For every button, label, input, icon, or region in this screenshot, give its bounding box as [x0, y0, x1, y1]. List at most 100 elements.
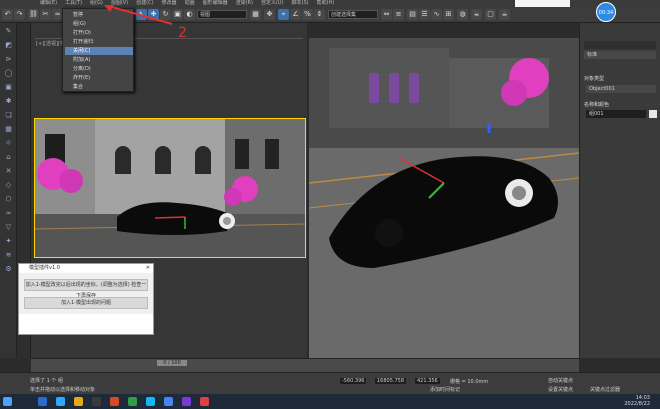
spinner-snap-icon[interactable]: ⇕ [314, 9, 325, 20]
view-mode-select[interactable]: 视图 [197, 10, 247, 19]
camera-icon[interactable]: ⌂ [3, 153, 14, 163]
menu-item[interactable]: 动画 [185, 0, 195, 7]
key-filters-button[interactable]: 关键点过滤器 [590, 386, 620, 393]
utilities-icon[interactable]: ✱ [3, 97, 14, 107]
plugin-dialog: 模型插件v1.0 ✕ 加入1-模型改完以后出现的坐标，(调整为选择) 检查一下再… [18, 263, 154, 335]
spacewarp-icon[interactable]: ≋ [3, 251, 14, 261]
link-icon[interactable]: ⛓ [28, 9, 39, 20]
helper-icon[interactable]: ✕ [3, 167, 14, 177]
render-frame-icon[interactable]: ▢ [485, 9, 496, 20]
object-name-button[interactable]: Object001 [586, 85, 656, 93]
menu-item[interactable]: 工具(T) [65, 0, 82, 7]
object-icon[interactable]: ❏ [3, 111, 14, 121]
menu-item-close[interactable]: 关闭(C) [65, 47, 133, 55]
motion-icon[interactable]: ◯ [3, 69, 14, 79]
annotation-number: 2 [178, 25, 187, 41]
snap-icon[interactable]: ⌖ [278, 9, 289, 20]
scene-explorer-icon[interactable]: ☰ [419, 9, 430, 20]
section-object-type[interactable]: 对象类型 [584, 75, 604, 82]
time-slider[interactable]: 0 / 100 [157, 360, 187, 366]
menu-item[interactable]: 脚本(S) [292, 0, 309, 7]
menu-item-detach[interactable]: 分离(D) [65, 65, 133, 73]
command-tabs[interactable] [584, 41, 656, 49]
qq-icon[interactable] [146, 397, 155, 406]
start-icon[interactable] [3, 397, 12, 406]
shape-icon[interactable]: ◇ [3, 181, 14, 191]
render-setup-icon[interactable]: ☕ [471, 9, 482, 20]
auto-key-button[interactable]: 自动关键点 [548, 377, 573, 384]
unlink-icon[interactable]: ✂ [40, 9, 51, 20]
dialog-button-1[interactable]: 加入1-模型改完以后出现的坐标，(调整为选择) 检查一下再保存 [24, 279, 148, 299]
scene-render-left [35, 119, 305, 257]
align-icon[interactable]: ≡ [393, 9, 404, 20]
named-selection-set[interactable]: 创建选择集 [328, 10, 378, 19]
menu-item[interactable]: 图形编辑器 [203, 0, 228, 7]
color-swatch[interactable] [649, 110, 657, 118]
viewport-perspective[interactable] [309, 38, 579, 358]
menu-item[interactable]: 帮助(H) [317, 0, 335, 7]
percent-snap-icon[interactable]: % [302, 9, 313, 20]
bones-icon[interactable]: ✦ [3, 237, 14, 247]
grid-size: 栅格 = 10.0mm [450, 379, 489, 385]
photoshop-icon[interactable] [56, 397, 65, 406]
filter-icon[interactable]: ▽ [3, 223, 14, 233]
timeline[interactable]: 0 / 100 [31, 358, 579, 372]
schematic-icon[interactable]: ⊞ [443, 9, 454, 20]
y-coordinate[interactable]: 16805.758 [375, 378, 407, 384]
name-field[interactable]: 组001 [586, 110, 646, 118]
material-editor-icon[interactable]: ◍ [457, 9, 468, 20]
menu-item-explode[interactable]: 炸开(E) [65, 74, 133, 82]
hierarchy-icon[interactable]: ⊳ [3, 55, 14, 65]
menu-item-open-recursive[interactable]: 打开递归 [65, 38, 133, 46]
group-icon[interactable]: ▦ [3, 125, 14, 135]
select-manip-icon[interactable]: ✥ [264, 9, 275, 20]
prompt-hint: 单击并拖动以选择和移动对象 [30, 387, 96, 393]
set-key-button[interactable]: 设置关键点 [548, 386, 573, 393]
modify-icon[interactable]: ◩ [3, 41, 14, 51]
menu-item[interactable]: 渲染(R) [236, 0, 253, 7]
undo-icon[interactable]: ↶ [2, 9, 13, 20]
annotation-arrow [104, 5, 173, 25]
x-coordinate[interactable]: -560.396 [340, 378, 367, 384]
redo-icon[interactable]: ↷ [14, 9, 25, 20]
placement-icon[interactable]: ◐ [184, 9, 195, 20]
viewport-front[interactable] [34, 118, 306, 258]
mirror-icon[interactable]: ⇔ [381, 9, 392, 20]
menu-item-attach[interactable]: 附加(A) [65, 56, 133, 64]
dialog-button-2[interactable]: 加入1-模型出现的问题 [24, 297, 148, 309]
create-icon[interactable]: ✎ [3, 27, 14, 37]
3dsmax-icon[interactable] [92, 397, 101, 406]
browser-icon[interactable] [164, 397, 173, 406]
section-name-color[interactable]: 名称和颜色 [584, 101, 609, 108]
app-icon[interactable] [182, 397, 191, 406]
type-dropdown[interactable]: 标准 [584, 51, 656, 59]
app-icon[interactable] [200, 397, 209, 406]
status-bar: 选择了 1 个 组 单击并拖动以选择和移动对象 -560.396 16805.7… [0, 372, 660, 394]
taskbar: 14:03 2022/8/22 [0, 394, 660, 409]
app-icon[interactable] [110, 397, 119, 406]
dialog-title: 模型插件v1.0 [29, 265, 60, 271]
light-icon[interactable]: ☼ [3, 139, 14, 149]
system-clock[interactable]: 14:03 2022/8/22 [624, 395, 650, 407]
curve-editor-icon[interactable]: ∿ [431, 9, 442, 20]
selection-status: 选择了 1 个 组 [30, 378, 63, 384]
link-tool-icon[interactable]: ∞ [3, 209, 14, 219]
add-time-tag[interactable]: 添加时间标记 [430, 386, 460, 393]
clock-date: 2022/8/22 [624, 401, 650, 407]
system-icon[interactable]: ⚙ [3, 265, 14, 275]
close-icon[interactable]: ✕ [146, 264, 150, 273]
geometry-icon[interactable]: ⬡ [3, 195, 14, 205]
z-coordinate[interactable]: 421.356 [415, 378, 440, 384]
menu-item-assembly[interactable]: 集合 [65, 83, 133, 91]
app-icon[interactable] [38, 397, 47, 406]
display-icon[interactable]: ▣ [3, 83, 14, 93]
pivot-icon[interactable]: ▦ [250, 9, 261, 20]
menu-item[interactable]: 编辑(E) [40, 0, 57, 7]
menu-item[interactable]: 自定义(U) [261, 0, 284, 7]
wechat-icon[interactable] [128, 397, 137, 406]
render-icon[interactable]: ☕ [499, 9, 510, 20]
angle-snap-icon[interactable]: ∠ [290, 9, 301, 20]
recording-badge[interactable]: 00:34 [596, 2, 616, 22]
folder-icon[interactable] [74, 397, 83, 406]
layer-icon[interactable]: ▤ [407, 9, 418, 20]
